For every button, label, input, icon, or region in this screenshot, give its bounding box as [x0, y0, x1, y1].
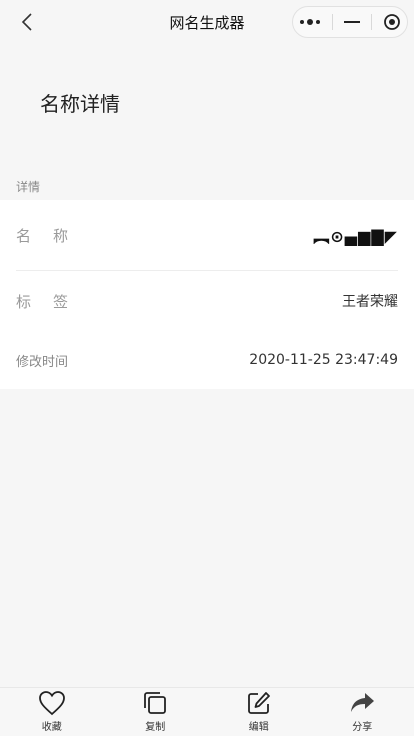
- capsule-divider: [331, 14, 333, 30]
- section-label: 详情: [16, 180, 41, 194]
- name-label: 名称: [16, 226, 91, 245]
- name-value: ︻⊙▄▆▇◤: [313, 227, 398, 246]
- copy-label: 复制: [145, 722, 166, 733]
- share-icon: [351, 693, 375, 712]
- capsule-divider: [371, 14, 373, 30]
- copy-icon: [144, 692, 167, 714]
- edit-label: 编辑: [248, 722, 269, 733]
- miniprogram-capsule: [292, 6, 408, 38]
- navigation-bar: 网名生成器: [0, 0, 414, 44]
- tag-label: 标签: [16, 292, 91, 311]
- page-heading: 名称详情: [40, 92, 120, 116]
- close-target-icon[interactable]: [383, 13, 401, 31]
- share-button[interactable]: 分享: [322, 688, 402, 736]
- edit-button[interactable]: 编辑: [219, 688, 299, 736]
- minimize-icon[interactable]: [343, 20, 360, 24]
- detail-row-tag: 标签 王者荣耀: [16, 271, 398, 331]
- tag-value: 王者荣耀: [342, 294, 398, 310]
- details-card: 名称 ︻⊙▄▆▇◤ 标签 王者荣耀 修改时间 2020-11-25 23:47:…: [0, 200, 414, 389]
- more-icon[interactable]: [299, 18, 321, 26]
- detail-row-time: 修改时间 2020-11-25 23:47:49: [16, 331, 398, 389]
- favorite-label: 收藏: [41, 722, 62, 733]
- share-label: 分享: [352, 722, 373, 733]
- heart-icon: [38, 691, 65, 716]
- bottom-action-bar: 收藏 复制 编辑 分享: [0, 687, 414, 736]
- edit-icon: [247, 692, 270, 714]
- modified-time-label: 修改时间: [16, 354, 69, 370]
- favorite-button[interactable]: 收藏: [12, 688, 92, 736]
- detail-row-name: 名称 ︻⊙▄▆▇◤: [16, 200, 398, 271]
- copy-button[interactable]: 复制: [115, 688, 195, 736]
- modified-time-value: 2020-11-25 23:47:49: [249, 352, 398, 368]
